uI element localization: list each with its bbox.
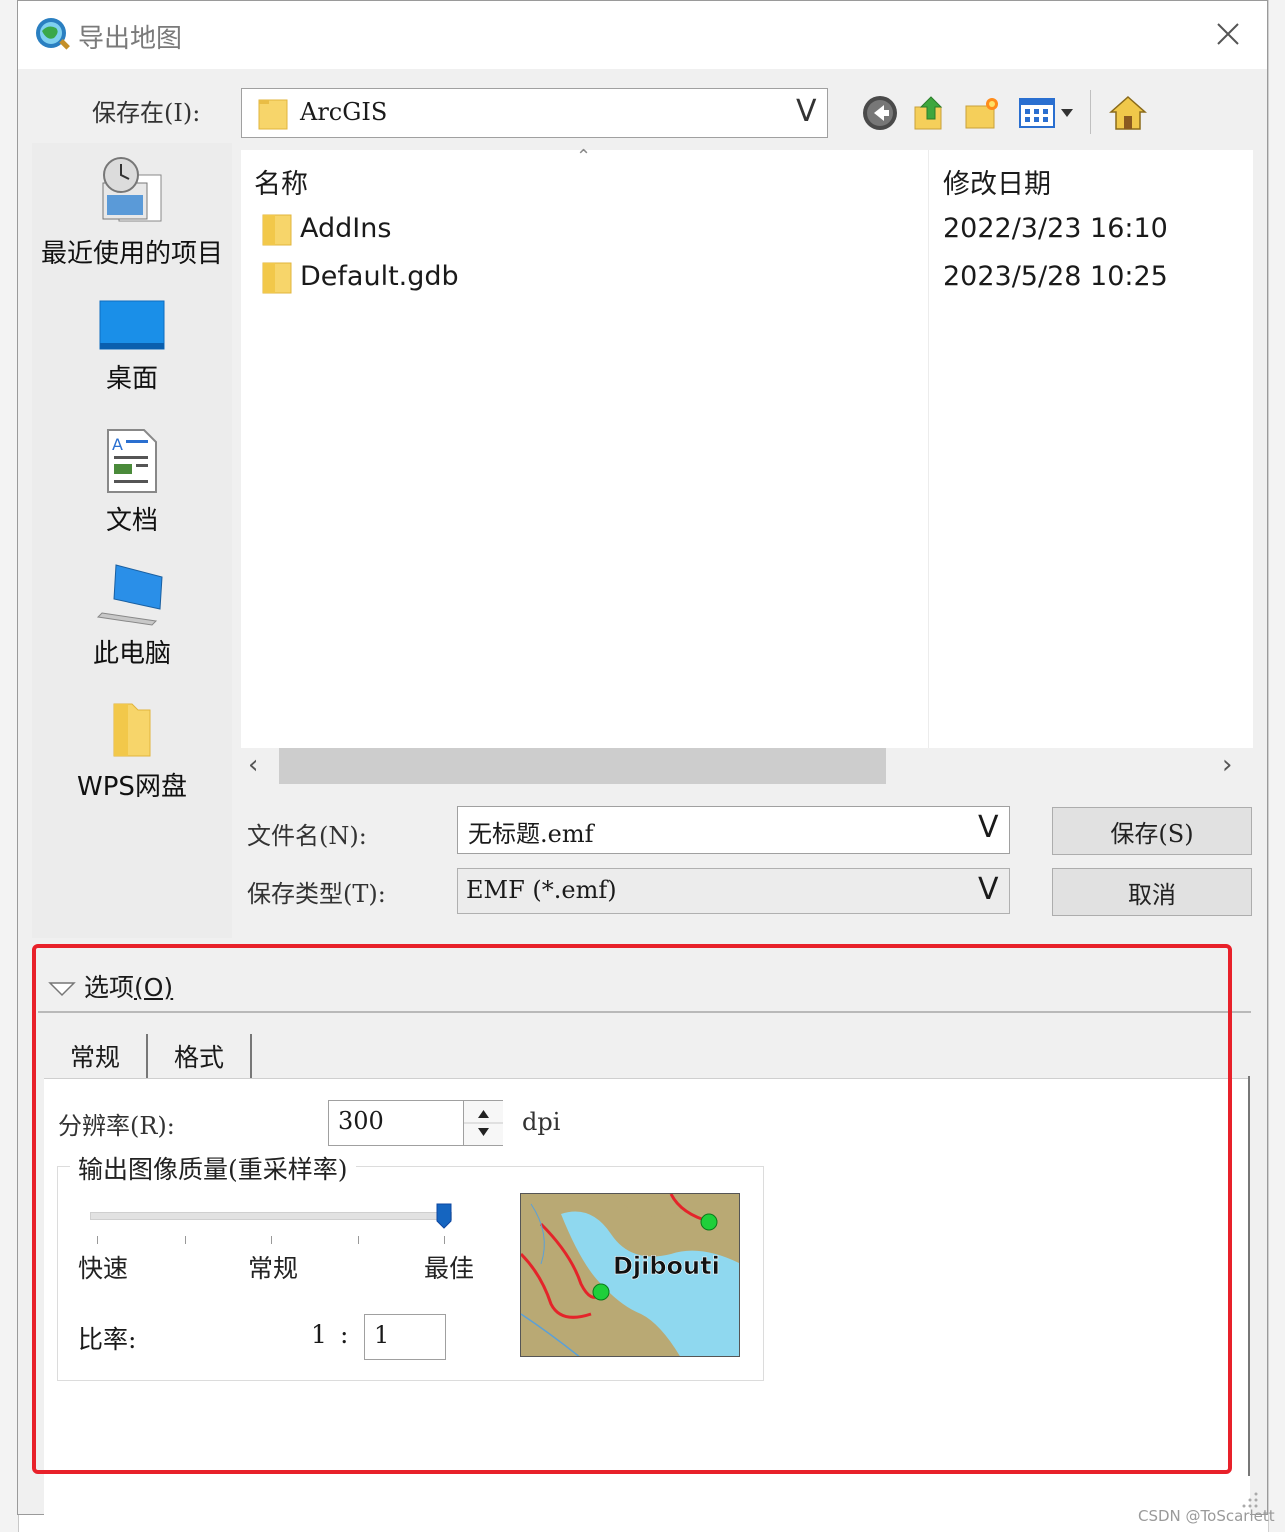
folder-icon (262, 212, 292, 246)
file-row-modified: 2022/3/23 16:10 (943, 213, 1168, 244)
place-label: WPS网盘 (77, 772, 187, 802)
new-folder-button[interactable] (962, 92, 1002, 134)
scroll-right-icon[interactable]: › (1222, 750, 1232, 780)
background-window-right (1268, 0, 1285, 1532)
ratio-label: 比率: (78, 1325, 137, 1354)
options-expander[interactable]: 选项(O) (48, 968, 173, 1004)
view-menu-icon (1019, 98, 1073, 128)
view-menu-button[interactable] (1016, 92, 1078, 134)
file-type-label: 保存类型(T): (247, 880, 386, 908)
place-this-pc[interactable]: 此电脑 (32, 563, 232, 670)
cancel-button[interactable]: 取消 (1052, 868, 1252, 916)
quality-label-best: 最佳 (424, 1254, 475, 1283)
ratio-left-value: 1 (311, 1320, 327, 1349)
close-icon (1217, 23, 1239, 45)
place-recent-items[interactable]: 最近使用的项目 (32, 155, 232, 270)
svg-text:A: A (112, 435, 123, 454)
home-button[interactable] (1108, 92, 1148, 134)
save-in-value: ArcGIS (300, 98, 388, 126)
scroll-left-icon[interactable]: ‹ (248, 750, 258, 780)
up-folder-icon (914, 96, 943, 130)
quality-preview-image: Djibouti (520, 1193, 740, 1357)
recent-items-icon (102, 157, 162, 222)
window-title: 导出地图 (78, 24, 183, 54)
home-icon (1109, 95, 1147, 130)
save-button[interactable]: 保存(S) (1052, 807, 1252, 855)
column-separator (928, 150, 929, 748)
up-folder-button[interactable] (910, 92, 950, 134)
place-label: 此电脑 (92, 639, 171, 669)
file-row-modified: 2023/5/28 10:25 (943, 261, 1168, 292)
resolution-value[interactable]: 300 (338, 1107, 384, 1135)
quality-title: 输出图像质量(重采样率) (70, 1150, 356, 1186)
documents-icon: A (107, 429, 157, 493)
slider-tick (271, 1236, 272, 1244)
place-label: 桌面 (105, 364, 158, 394)
resolution-label: 分辨率(R): (58, 1112, 175, 1140)
this-pc-icon (96, 564, 163, 626)
tab-general[interactable]: 常规 (44, 1034, 148, 1078)
close-button[interactable] (1204, 14, 1252, 54)
save-in-label: 保存在(I): (92, 99, 201, 127)
wps-cloud-icon (113, 703, 151, 757)
ratio-separator: : (340, 1320, 349, 1349)
toolbar-separator (1090, 90, 1091, 134)
sort-caret-icon: ⌃ (576, 146, 592, 167)
place-documents[interactable]: A 文档 (32, 428, 232, 537)
folder-icon (258, 96, 288, 130)
desktop-icon (99, 300, 165, 350)
column-header-modified[interactable]: 修改日期 (943, 162, 1051, 201)
title-bar (18, 1, 1267, 69)
folder-icon (262, 260, 292, 294)
back-button[interactable] (860, 92, 900, 134)
place-wps-cloud[interactable]: WPS网盘 (32, 700, 232, 803)
new-folder-icon (965, 98, 998, 129)
column-header-name[interactable]: 名称 (254, 162, 308, 201)
options-label: 选项 (83, 973, 134, 1002)
resolution-unit: dpi (522, 1108, 561, 1136)
options-accesskey: (O) (133, 973, 174, 1002)
options-divider (38, 1011, 1251, 1013)
quality-slider-track[interactable] (90, 1212, 452, 1220)
file-name-value[interactable]: 无标题.emf (468, 814, 593, 849)
arcgis-logo-icon (34, 16, 72, 54)
ratio-value[interactable]: 1 (374, 1321, 389, 1349)
preview-label: Djibouti (613, 1252, 720, 1280)
expander-triangle-icon (48, 982, 76, 997)
slider-tick (185, 1236, 186, 1244)
quality-label-fast: 快速 (78, 1254, 129, 1283)
file-row-name[interactable]: AddIns (300, 213, 391, 244)
file-type-dropdown-arrow[interactable]: V (978, 872, 999, 907)
quality-slider-thumb[interactable] (436, 1203, 452, 1229)
resolution-stepper[interactable] (463, 1101, 503, 1145)
file-type-value: EMF (*.emf) (466, 876, 617, 904)
back-icon (863, 96, 897, 130)
slider-tick (97, 1236, 98, 1244)
tab-panel-edge (1248, 1076, 1250, 1476)
file-name-label: 文件名(N): (247, 822, 367, 850)
place-desktop[interactable]: 桌面 (32, 300, 232, 395)
place-label: 最近使用的项目 (40, 239, 223, 269)
place-label: 文档 (105, 506, 158, 536)
tab-format[interactable]: 格式 (148, 1034, 252, 1078)
slider-tick (358, 1236, 359, 1244)
file-name-dropdown-arrow[interactable]: V (978, 810, 999, 845)
save-in-dropdown-arrow[interactable]: V (796, 94, 817, 129)
scrollbar-thumb[interactable] (279, 748, 886, 784)
watermark-text: CSDN @ToScarlett (1138, 1507, 1275, 1525)
spin-down-icon[interactable] (478, 1128, 489, 1136)
quality-label-normal: 常规 (248, 1254, 299, 1283)
slider-tick (444, 1236, 445, 1244)
spin-up-icon[interactable] (478, 1110, 489, 1118)
file-row-name[interactable]: Default.gdb (300, 261, 459, 292)
